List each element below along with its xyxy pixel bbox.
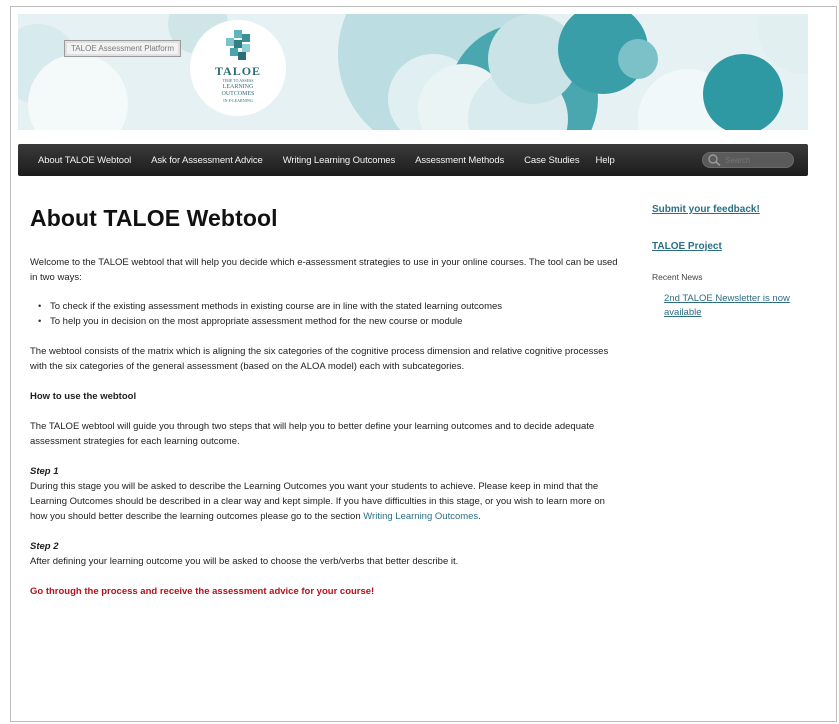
nav-item-help[interactable]: Help (587, 155, 622, 166)
taloe-project-link[interactable]: TALOE Project (652, 241, 812, 252)
taloe-logo[interactable]: TALOE TIME TO ASSESS LEARNING OUTCOMES I… (190, 14, 286, 130)
recent-news-heading: Recent News (652, 272, 703, 282)
usage-list-item: To help you in decision on the most appr… (38, 314, 620, 329)
logo-tagline-line: IN E-LEARNING (223, 98, 253, 103)
how-to-paragraph: The TALOE webtool will guide you through… (30, 421, 595, 447)
banner-bubble (703, 54, 783, 130)
page-title: About TALOE Webtool (30, 205, 278, 231)
main-content: About TALOE Webtool Welcome to the TALOE… (30, 196, 620, 599)
usage-list: To check if the existing assessment meth… (30, 299, 620, 329)
step1-paragraph: During this stage you will be asked to d… (30, 479, 620, 524)
banner-bubble (618, 39, 658, 79)
search-icon (708, 154, 721, 167)
news-item-link[interactable]: 2nd TALOE Newsletter is now available (652, 292, 804, 320)
step2-paragraph: After defining your learning outcome you… (30, 556, 459, 567)
step1-title: Step 1 (30, 466, 59, 477)
matrix-paragraph: The webtool consists of the matrix which… (30, 346, 609, 372)
logo-name: TALOE (214, 64, 262, 78)
header-banner: TALOE Assessment Platform TALOE TIME TO … (18, 14, 808, 130)
logo-tagline-line: OUTCOMES (221, 91, 255, 97)
nav-item-case-studies[interactable]: Case Studies (516, 155, 587, 166)
search-input[interactable] (725, 155, 789, 165)
main-navigation: About TALOE Webtool Ask for Assessment A… (18, 144, 808, 176)
step1-text: During this stage you will be asked to d… (30, 481, 605, 522)
sidebar: Submit your feedback! TALOE Project Rece… (652, 196, 812, 320)
search-box[interactable] (702, 152, 794, 168)
call-to-action: Go through the process and receive the a… (30, 586, 375, 597)
usage-list-item: To check if the existing assessment meth… (38, 299, 620, 314)
logo-cubes-icon (226, 30, 250, 60)
submit-feedback-link[interactable]: Submit your feedback! (652, 204, 812, 215)
how-to-heading: How to use the webtool (30, 391, 137, 402)
nav-item-assessment-advice[interactable]: Ask for Assessment Advice (143, 155, 271, 166)
writing-outcomes-link[interactable]: Writing Learning Outcomes (363, 511, 478, 522)
nav-item-writing-outcomes[interactable]: Writing Learning Outcomes (275, 155, 403, 166)
nav-item-assessment-methods[interactable]: Assessment Methods (407, 155, 512, 166)
nav-item-about[interactable]: About TALOE Webtool (18, 155, 139, 166)
logo-tagline-line: LEARNING (222, 84, 254, 90)
step2-title: Step 2 (30, 541, 59, 552)
intro-paragraph: Welcome to the TALOE webtool that will h… (30, 257, 618, 283)
step1-end: . (478, 511, 481, 522)
platform-label: TALOE Assessment Platform (64, 40, 181, 57)
